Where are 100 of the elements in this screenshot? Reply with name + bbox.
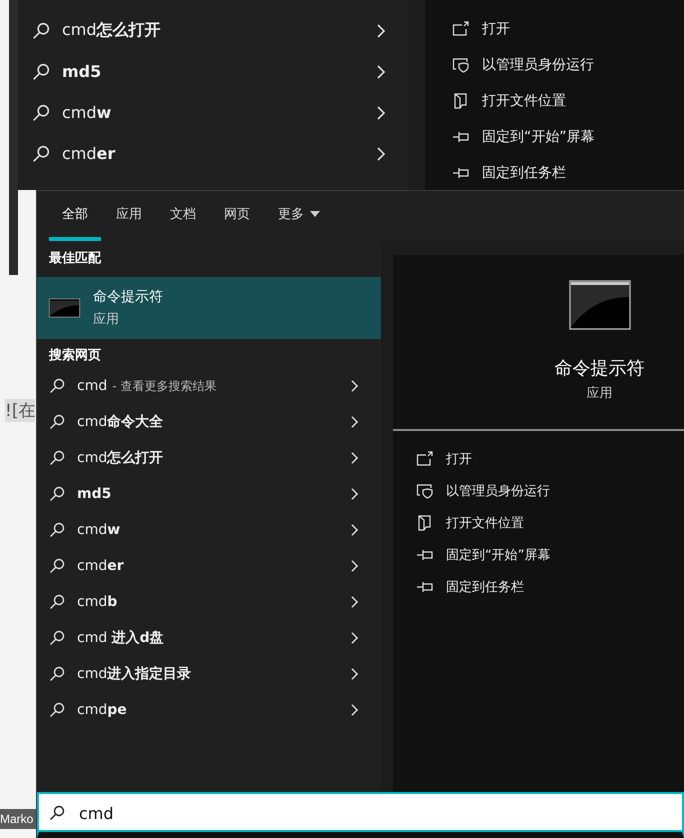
chevron-icon (350, 631, 359, 645)
suggestion-item[interactable]: cmder (18, 133, 408, 174)
console-window-icon (49, 296, 80, 320)
suggestion-item[interactable]: cmdw (18, 92, 408, 133)
suggestion-item[interactable]: cmdw (37, 512, 381, 548)
suggestion-text: cmd怎么打开 (62, 20, 162, 41)
suggestion-item[interactable]: cmder (37, 548, 381, 584)
action-item[interactable]: 打开文件位置 (452, 83, 684, 119)
suggestion-text: cmder (77, 558, 124, 574)
action-label: 固定到任务栏 (446, 579, 524, 596)
chevron-icon (350, 415, 359, 429)
chevron-icon (350, 667, 359, 681)
suggestion-text: cmd 进入d盘 (77, 629, 164, 647)
action-label: 以管理员身份运行 (446, 483, 550, 500)
open-icon (452, 21, 470, 37)
action-label: 打开 (482, 20, 510, 38)
open-icon (416, 451, 434, 467)
shield-icon (452, 57, 470, 73)
taskbar-label[interactable]: Marko (0, 809, 36, 829)
search-icon (32, 22, 50, 40)
preview-type: 应用 (586, 385, 612, 402)
suggestion-hint: - 查看更多搜索结果 (112, 378, 216, 394)
action-label: 固定到任务栏 (482, 164, 566, 182)
preview-title: 命令提示符 (554, 357, 644, 380)
console-window-icon (568, 280, 630, 330)
suggestion-item[interactable]: cmdb (37, 584, 381, 620)
suggestion-item[interactable]: cmd命令大全 (37, 404, 381, 440)
chevron-icon (350, 559, 359, 573)
result-title: 命令提示符 (93, 288, 163, 306)
pin-icon (452, 165, 470, 181)
action-label: 打开文件位置 (482, 92, 566, 110)
tab[interactable]: 网页 (211, 191, 263, 241)
suggestion-text: md5 (77, 486, 112, 502)
suggestion-text: cmdw (77, 522, 120, 538)
chevron-icon (376, 22, 386, 38)
action-item[interactable]: 打开 (416, 443, 684, 475)
search-icon (49, 630, 65, 646)
suggestion-text: cmdw (62, 103, 112, 122)
suggestion-text: cmdpe (77, 702, 127, 718)
suggestion-text: cmd (77, 378, 108, 394)
search-icon (49, 378, 65, 394)
best-match-item[interactable]: 命令提示符 应用 (37, 277, 381, 339)
tab[interactable]: 应用 (103, 191, 155, 241)
action-item[interactable]: 以管理员身份运行 (416, 475, 684, 507)
search-icon (49, 414, 65, 430)
chevron-icon (350, 703, 359, 717)
action-item[interactable]: 打开文件位置 (416, 507, 684, 539)
search-input[interactable]: cmd (77, 802, 682, 824)
search-icon (49, 666, 65, 682)
suggestion-item[interactable]: cmd - 查看更多搜索结果 (37, 368, 381, 404)
action-label: 以管理员身份运行 (482, 56, 594, 74)
action-label: 固定到“开始”屏幕 (482, 128, 595, 146)
search-icon (49, 450, 65, 466)
suggestion-item[interactable]: md5 (37, 476, 381, 512)
chevron-icon (350, 487, 359, 501)
action-item[interactable]: 固定到“开始”屏幕 (416, 539, 684, 571)
suggestion-item[interactable]: cmd怎么打开 (37, 440, 381, 476)
pin-icon (452, 129, 470, 145)
search-icon (49, 486, 65, 502)
action-item[interactable]: 固定到任务栏 (416, 571, 684, 603)
action-label: 打开 (446, 451, 472, 468)
suggestion-item[interactable]: cmd进入指定目录 (37, 656, 381, 692)
search-icon (49, 558, 65, 574)
page-fragment: ![在 (5, 399, 36, 422)
chevron-icon (376, 104, 386, 120)
search-icon (49, 805, 65, 821)
shield-icon (416, 483, 434, 499)
suggestion-item[interactable]: cmd 进入d盘 (37, 620, 381, 656)
pin-icon (416, 579, 434, 595)
suggestion-item[interactable]: md5 (18, 51, 408, 92)
search-icon (49, 594, 65, 610)
action-label: 固定到“开始”屏幕 (446, 547, 550, 564)
suggestion-text: md5 (62, 62, 102, 81)
suggestion-text: cmder (62, 144, 116, 163)
chevron-icon (350, 451, 359, 465)
search-icon (32, 144, 50, 162)
section-heading: 搜索网页 (48, 346, 102, 365)
search-icon (32, 62, 50, 80)
action-item[interactable]: 以管理员身份运行 (452, 47, 684, 83)
chevron-icon (350, 379, 359, 393)
suggestion-text: cmd命令大全 (77, 413, 164, 431)
pin-icon (416, 547, 434, 563)
tab[interactable]: 文档 (157, 191, 209, 241)
suggestion-text: cmd怎么打开 (77, 449, 164, 467)
chevron-icon (376, 64, 386, 80)
section-heading: 最佳匹配 (48, 250, 102, 268)
chevron-icon (350, 523, 359, 537)
suggestion-text: cmd进入指定目录 (77, 665, 192, 683)
tab[interactable]: 更多 (265, 191, 333, 241)
chevron-icon (376, 146, 386, 162)
suggestion-item[interactable]: cmd怎么打开 (18, 10, 408, 51)
action-item[interactable]: 打开 (452, 11, 684, 47)
chevron-icon (350, 595, 359, 609)
search-icon (32, 104, 50, 122)
action-item[interactable]: 固定到任务栏 (452, 155, 684, 191)
action-item[interactable]: 固定到“开始”屏幕 (452, 119, 684, 155)
action-label: 打开文件位置 (446, 515, 524, 532)
suggestion-item[interactable]: cmdpe (37, 692, 381, 728)
search-icon (49, 702, 65, 718)
search-field[interactable]: cmd (37, 792, 684, 838)
